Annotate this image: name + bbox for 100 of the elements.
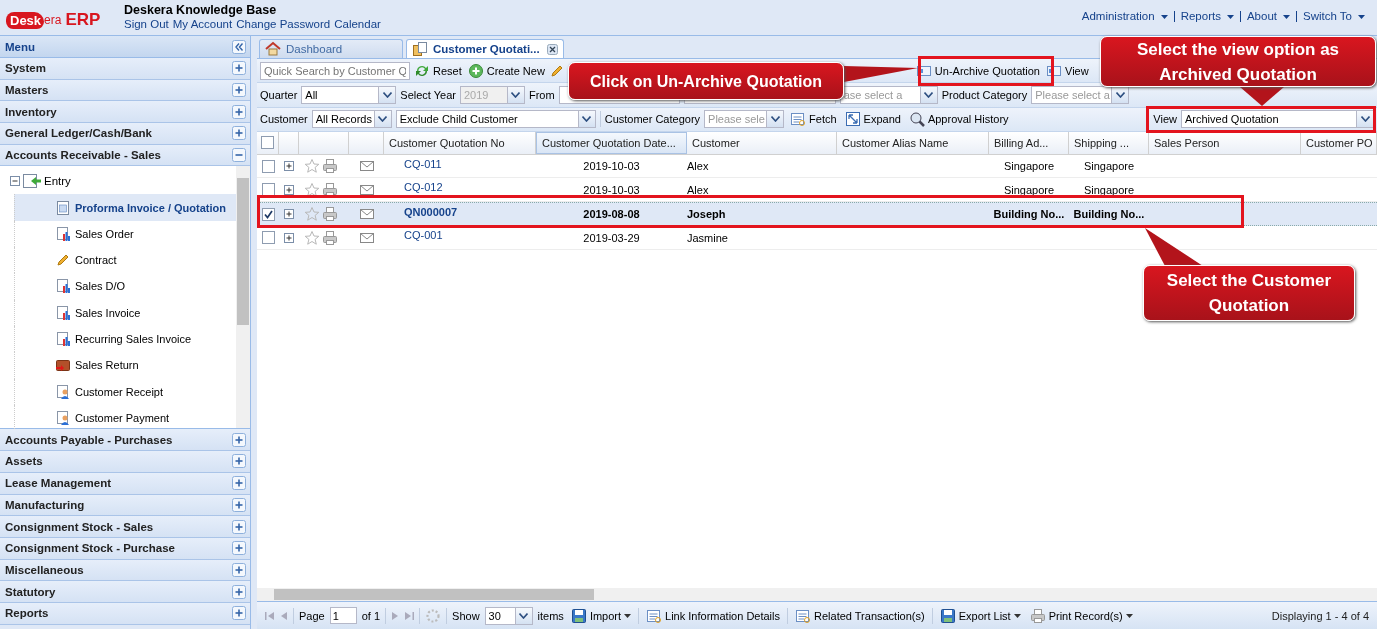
checkbox[interactable] [261,159,275,173]
expand-icon[interactable] [232,497,246,512]
column-header[interactable]: Customer Alias Name [837,131,989,154]
expand-icon[interactable] [232,606,246,621]
next-page-icon[interactable] [391,610,400,621]
section-header[interactable]: General Ledger/Cash/Bank [0,123,250,145]
expand-icon[interactable] [232,562,246,577]
tree-item[interactable]: Proforma Invoice / Quotation [14,194,236,221]
collapse-icon[interactable] [10,176,20,187]
expand-button[interactable]: Expand [842,110,903,129]
expand-icon[interactable] [232,476,246,491]
create-button[interactable]: Create New [465,61,547,80]
first-page-icon[interactable] [265,610,275,621]
unarchive-button[interactable]: Un-Archive Quotation [913,61,1042,80]
expand-icon[interactable] [284,161,294,172]
expand-icon[interactable] [232,519,246,534]
section-header[interactable]: Assets [0,451,250,473]
import-button[interactable]: Import [568,606,634,625]
tab[interactable]: Customer Quotati... [406,39,564,58]
section-header[interactable]: Inventory [0,101,250,124]
checkbox[interactable] [261,136,274,150]
expand-icon[interactable] [232,454,246,469]
expand-icon[interactable] [232,83,246,98]
checkbox[interactable] [261,207,275,221]
column-header[interactable]: Sales Person [1149,131,1301,154]
section-header[interactable]: System [0,58,250,80]
expand-icon[interactable] [232,541,246,556]
horizontal-scrollbar[interactable] [257,588,1377,601]
header-menu[interactable]: About [1239,11,1296,22]
star-icon[interactable] [304,229,320,246]
header-link[interactable]: My Account [172,18,233,30]
related-transactions-button[interactable]: Related Transaction(s) [793,606,927,625]
close-icon[interactable] [547,43,558,55]
quarter-dropdown[interactable]: All [301,85,397,104]
expand-icon[interactable] [232,61,246,76]
section-header[interactable]: Accounts Receivable - Sales [0,144,250,167]
printer-icon[interactable] [322,229,338,246]
printer-icon[interactable] [322,158,338,175]
view-dropdown[interactable]: Archived Quotation [1181,110,1374,129]
table-row[interactable]: CQ-012 2019-10-03 Alex Singapore Singapore [257,178,1377,202]
printer-icon[interactable] [322,181,338,198]
vertical-scrollbar[interactable] [236,166,250,429]
view-button[interactable]: View [1044,61,1091,80]
tree-node[interactable]: Entry [0,168,236,195]
last-page-icon[interactable] [404,610,415,621]
section-header[interactable]: Accounts Payable - Purchases [0,429,250,452]
tooltip-pointer [1240,87,1284,106]
star-icon[interactable] [304,158,320,175]
section-header[interactable]: Lease Management [0,472,250,495]
expand-icon[interactable] [232,432,246,447]
expand-icon[interactable] [232,126,246,141]
reset-button[interactable]: Reset [412,61,464,80]
person-icon [55,383,71,400]
page-count: of 1 [361,609,381,622]
checkbox[interactable] [261,183,275,197]
column-header[interactable]: Customer [687,131,837,154]
page-size-dropdown[interactable]: 30 [484,606,533,625]
star-icon[interactable] [304,206,320,223]
page-field[interactable]: 1 [329,607,357,624]
table-row[interactable]: CQ-011 2019-10-03 Alex Singapore Singapore [257,154,1377,179]
expand-icon[interactable] [232,584,246,599]
header-link[interactable]: Change Password [236,18,331,30]
section-header[interactable]: Masters [0,79,250,102]
section-header[interactable]: Manufacturing [0,494,250,517]
collapse-icon[interactable] [232,148,246,163]
section-header[interactable]: Reports [0,602,250,625]
section-header[interactable]: Consignment Stock - Purchase [0,537,250,560]
star-icon[interactable] [304,181,320,198]
column-header[interactable]: Shipping ... [1069,131,1149,154]
collapse-icon[interactable] [232,39,246,54]
search-field[interactable]: Quick Search by Customer Q [260,61,410,80]
expand-icon[interactable] [284,184,294,195]
section-header[interactable]: Consignment Stock - Sales [0,516,250,538]
expand-icon[interactable] [232,104,246,119]
child-filter-dropdown[interactable]: Exclude Child Customer [395,110,596,129]
column-header[interactable]: Billing Ad... [989,131,1069,154]
previous-page-icon[interactable] [280,610,288,621]
header-menu[interactable]: Reports [1173,11,1240,22]
column-header[interactable]: Customer PO [1301,131,1377,154]
expand-icon[interactable] [284,209,294,220]
header-link[interactable]: Calendar [334,18,381,30]
checkbox[interactable] [261,231,275,245]
tab[interactable]: Dashboard [259,39,403,58]
header-menu[interactable]: Switch To [1296,11,1371,22]
column-header[interactable]: Customer Quotation Date... [536,131,687,154]
section-header[interactable]: Miscellaneous [0,559,250,582]
chart-icon [55,304,71,321]
section-header[interactable]: Statutory [0,581,250,603]
print-button[interactable]: Print Record(s) [1027,606,1135,625]
export-button[interactable]: Export List [937,606,1023,625]
link-information-button[interactable]: Link Information Details [644,606,782,625]
header-link[interactable]: Sign Out [124,18,169,30]
printer-icon[interactable] [322,206,338,223]
document-icon [55,199,71,216]
fetch-button[interactable]: Fetch [788,110,839,129]
expand-icon[interactable] [284,232,294,243]
approval-history-button[interactable]: Approval History [906,110,1011,129]
documents-icon [412,41,428,57]
header-menu[interactable]: Administration [1075,11,1174,22]
customer-dropdown[interactable]: All Records [311,110,392,129]
